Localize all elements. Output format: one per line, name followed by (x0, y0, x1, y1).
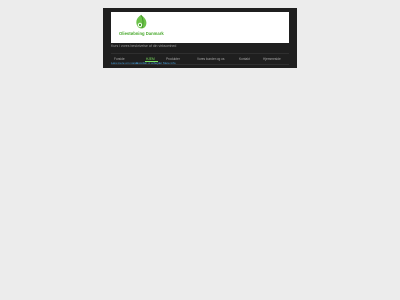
nav-top-rule (111, 53, 289, 54)
page: Oliestøbning Danmark Kurs i vores beskri… (0, 0, 400, 300)
site-logo-link[interactable]: Oliestøbning Danmark (111, 12, 289, 43)
nav-item-5[interactable]: Kontakt (239, 57, 250, 61)
site-tagline: Kurs i vores beskrivelse af din virksomh… (111, 44, 177, 48)
nav-item-4[interactable]: Vores kunder og os (197, 57, 224, 61)
subnav-item-3[interactable]: Mere info (163, 62, 176, 65)
subnav-item-2[interactable]: Hvordan vi arbejder (136, 62, 162, 65)
leaf-logo-icon (136, 14, 147, 29)
nav-item-6[interactable]: Hjemmeside (263, 57, 281, 61)
subnav-item-1[interactable]: Læs mere om vores (111, 62, 138, 65)
site-logo-text: Oliestøbning Danmark (119, 31, 164, 36)
